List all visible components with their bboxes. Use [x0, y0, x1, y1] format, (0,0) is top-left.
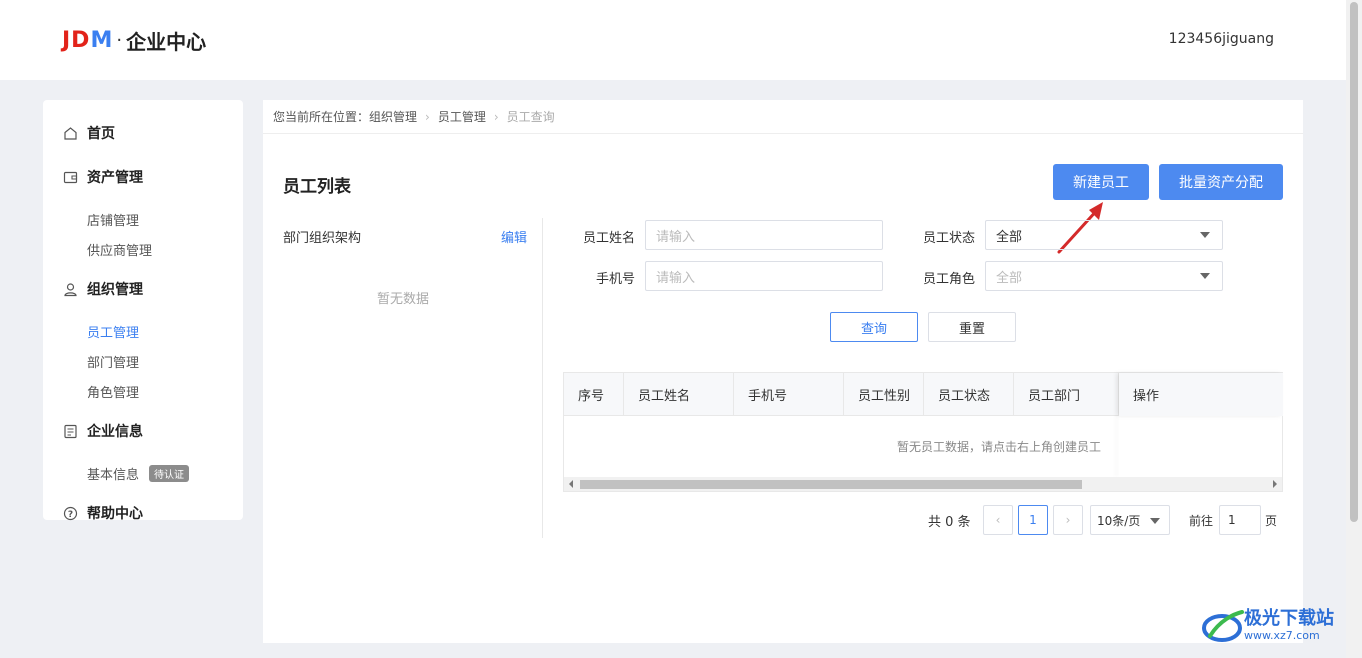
column-header: 手机号	[734, 373, 844, 416]
logo-dot: ·	[116, 29, 123, 51]
name-label: 员工姓名	[582, 231, 635, 246]
role-select[interactable]: 全部	[985, 261, 1223, 291]
sidebar: 首页 资产管理 店铺管理 供应商管理 组织管理 员工管理 部门管理 角色管理 企…	[43, 100, 243, 522]
breadcrumb-separator-icon: ›	[425, 109, 430, 124]
main-panel: 您当前所在位置： 组织管理 › 员工管理 › 员工查询 员工列表 新建员工 批量…	[263, 100, 1303, 643]
watermark-logo-icon	[1202, 610, 1244, 642]
jdm-logo[interactable]: JD M · 企业中心	[62, 27, 207, 54]
new-employee-button[interactable]: 新建员工	[1053, 164, 1149, 200]
svg-text:?: ?	[68, 510, 73, 520]
sidebar-item-asset[interactable]: 资产管理	[43, 166, 243, 188]
sidebar-item-store[interactable]: 店铺管理	[43, 210, 243, 229]
scroll-right-icon[interactable]	[1273, 480, 1277, 488]
status-badge: 待认证	[149, 464, 190, 482]
page-title: 员工列表	[283, 177, 351, 197]
scroll-left-icon[interactable]	[569, 480, 573, 488]
wallet-icon	[63, 170, 78, 185]
goto-label: 前往	[1189, 514, 1214, 528]
sidebar-item-help[interactable]: ? 帮助中心	[43, 502, 243, 524]
sidebar-item-org[interactable]: 组织管理	[43, 278, 243, 300]
page-suffix: 页	[1265, 514, 1278, 528]
fixed-column-shadow	[1119, 416, 1120, 477]
chevron-left-icon: ‹	[995, 513, 1001, 527]
table-hscrollbar-thumb[interactable]	[580, 480, 1082, 489]
watermark-url: www.xz7.com	[1244, 629, 1320, 642]
chevron-down-icon	[1200, 273, 1210, 279]
user-icon	[63, 282, 78, 297]
breadcrumb-current: 员工查询	[506, 110, 555, 124]
pagination-total: 共 0 条	[928, 515, 971, 530]
chevron-down-icon	[1150, 518, 1160, 524]
watermark-text-block: 极光下载站 www.xz7.com	[1244, 609, 1334, 643]
breadcrumb-org[interactable]: 组织管理	[369, 108, 417, 125]
dept-empty-text: 暂无数据	[377, 292, 430, 307]
table-hscrollbar[interactable]	[564, 477, 1282, 491]
page-scrollbar-thumb[interactable]	[1350, 2, 1358, 522]
column-header: 员工性别	[844, 373, 924, 416]
watermark: 极光下载站 www.xz7.com	[1200, 606, 1334, 646]
status-label: 员工状态	[922, 231, 975, 246]
sidebar-item-dept[interactable]: 部门管理	[43, 352, 243, 371]
sidebar-item-basic-info[interactable]: 基本信息 待认证	[43, 464, 243, 483]
username[interactable]: 123456jiguang	[1169, 31, 1274, 47]
document-icon	[63, 424, 78, 439]
chevron-down-icon	[1200, 232, 1210, 238]
sidebar-item-role[interactable]: 角色管理	[43, 382, 243, 401]
sidebar-item-company[interactable]: 企业信息	[43, 420, 243, 442]
home-icon	[63, 126, 78, 141]
chevron-right-icon: ›	[1065, 513, 1071, 527]
role-label: 员工角色	[922, 272, 975, 287]
phone-label: 手机号	[595, 272, 635, 287]
next-page-button[interactable]: ›	[1053, 505, 1083, 535]
breadcrumb-separator-icon: ›	[493, 109, 499, 124]
column-header: 员工部门	[1014, 373, 1119, 416]
column-header: 员工状态	[924, 373, 1014, 416]
sidebar-item-company-label: 企业信息	[87, 424, 143, 440]
phone-input[interactable]: 请输入	[645, 261, 883, 291]
name-input[interactable]: 请输入	[645, 220, 883, 250]
sidebar-item-help-label: 帮助中心	[87, 506, 143, 522]
page-scrollbar[interactable]	[1346, 0, 1362, 658]
goto-page-input[interactable]: 1	[1219, 505, 1261, 535]
logo-m: M	[90, 27, 113, 53]
sidebar-item-org-label: 组织管理	[87, 282, 143, 298]
status-select[interactable]: 全部	[985, 220, 1223, 250]
breadcrumb: 您当前所在位置： 组织管理 › 员工管理 › 员工查询	[263, 100, 1303, 134]
logo-text: 企业中心	[126, 29, 207, 54]
dept-panel-title: 部门组织架构	[283, 231, 362, 246]
column-header: 员工姓名	[624, 373, 734, 416]
logo-jd: JD	[62, 27, 91, 53]
watermark-title: 极光下载站	[1244, 608, 1334, 629]
table-header: 序号 员工姓名 手机号 员工性别 员工状态 员工部门 操作	[564, 373, 1283, 416]
sidebar-item-asset-label: 资产管理	[87, 170, 143, 186]
sidebar-item-employee[interactable]: 员工管理	[43, 322, 243, 341]
breadcrumb-prefix: 您当前所在位置：	[273, 110, 370, 124]
reset-button[interactable]: 重置	[928, 312, 1016, 342]
column-header: 操作	[1119, 373, 1283, 416]
breadcrumb-employee[interactable]: 员工管理	[438, 108, 486, 125]
prev-page-button[interactable]: ‹	[983, 505, 1013, 535]
status-select-value: 全部	[996, 229, 1023, 245]
role-select-placeholder: 全部	[996, 270, 1023, 286]
sidebar-item-supplier[interactable]: 供应商管理	[43, 240, 243, 259]
sidebar-item-home[interactable]: 首页	[43, 122, 243, 144]
batch-assign-button[interactable]: 批量资产分配	[1159, 164, 1283, 200]
page-size-select[interactable]: 10条/页	[1090, 505, 1170, 535]
help-icon: ?	[63, 506, 78, 521]
sidebar-item-basic-info-label: 基本信息	[87, 467, 140, 483]
panel-divider	[542, 218, 543, 538]
employee-table: 序号 员工姓名 手机号 员工性别 员工状态 员工部门 操作 暂无员工数据，请点击…	[563, 372, 1283, 492]
page-size-value: 10条/页	[1097, 513, 1141, 528]
column-header: 序号	[564, 373, 624, 416]
dept-edit-link[interactable]: 编辑	[501, 227, 527, 246]
sidebar-item-home-label: 首页	[87, 126, 115, 142]
query-button[interactable]: 查询	[830, 312, 918, 342]
table-empty-text: 暂无员工数据，请点击右上角创建员工	[896, 440, 1101, 454]
page-number[interactable]: 1	[1018, 505, 1048, 535]
top-header: JD M · 企业中心 123456jiguang	[0, 0, 1346, 80]
